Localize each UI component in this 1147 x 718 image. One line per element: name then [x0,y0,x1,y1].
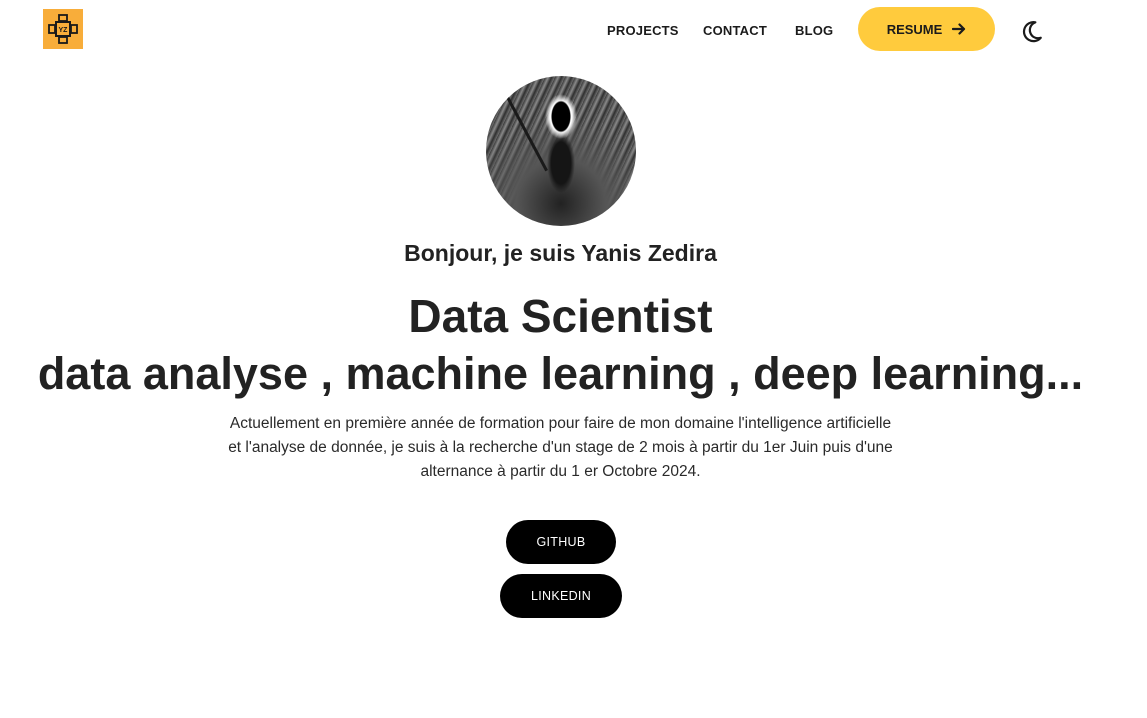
arrow-right-icon [952,23,966,35]
greeting: Bonjour, je suis Yanis Zedira [404,240,717,266]
logo[interactable]: YZ [43,9,83,49]
linkedin-button[interactable]: LINKEDIN [500,574,622,618]
skills-heading: data analyse , machine learning , deep l… [37,348,1084,399]
resume-label: RESUME [886,21,943,37]
logo-text: YZ [59,27,69,34]
intro-text: Actuellement en première année de format… [228,415,893,480]
role-title: Data Scientist [408,290,713,342]
nav-link-blog[interactable]: BLOG [795,23,833,38]
logo-icon: YZ [48,14,78,44]
moon-icon[interactable] [1021,17,1047,43]
avatar [486,76,636,226]
page: YZ PROJECTS CONTACT BLOG RESUME Bonjour,… [0,0,1147,718]
nav-link-projects[interactable]: PROJECTS [607,23,679,38]
top-nav: YZ PROJECTS CONTACT BLOG RESUME [0,0,1147,60]
nav-link-contact[interactable]: CONTACT [703,23,767,38]
resume-button[interactable]: RESUME [858,7,995,51]
github-button[interactable]: GITHUB [506,520,616,564]
